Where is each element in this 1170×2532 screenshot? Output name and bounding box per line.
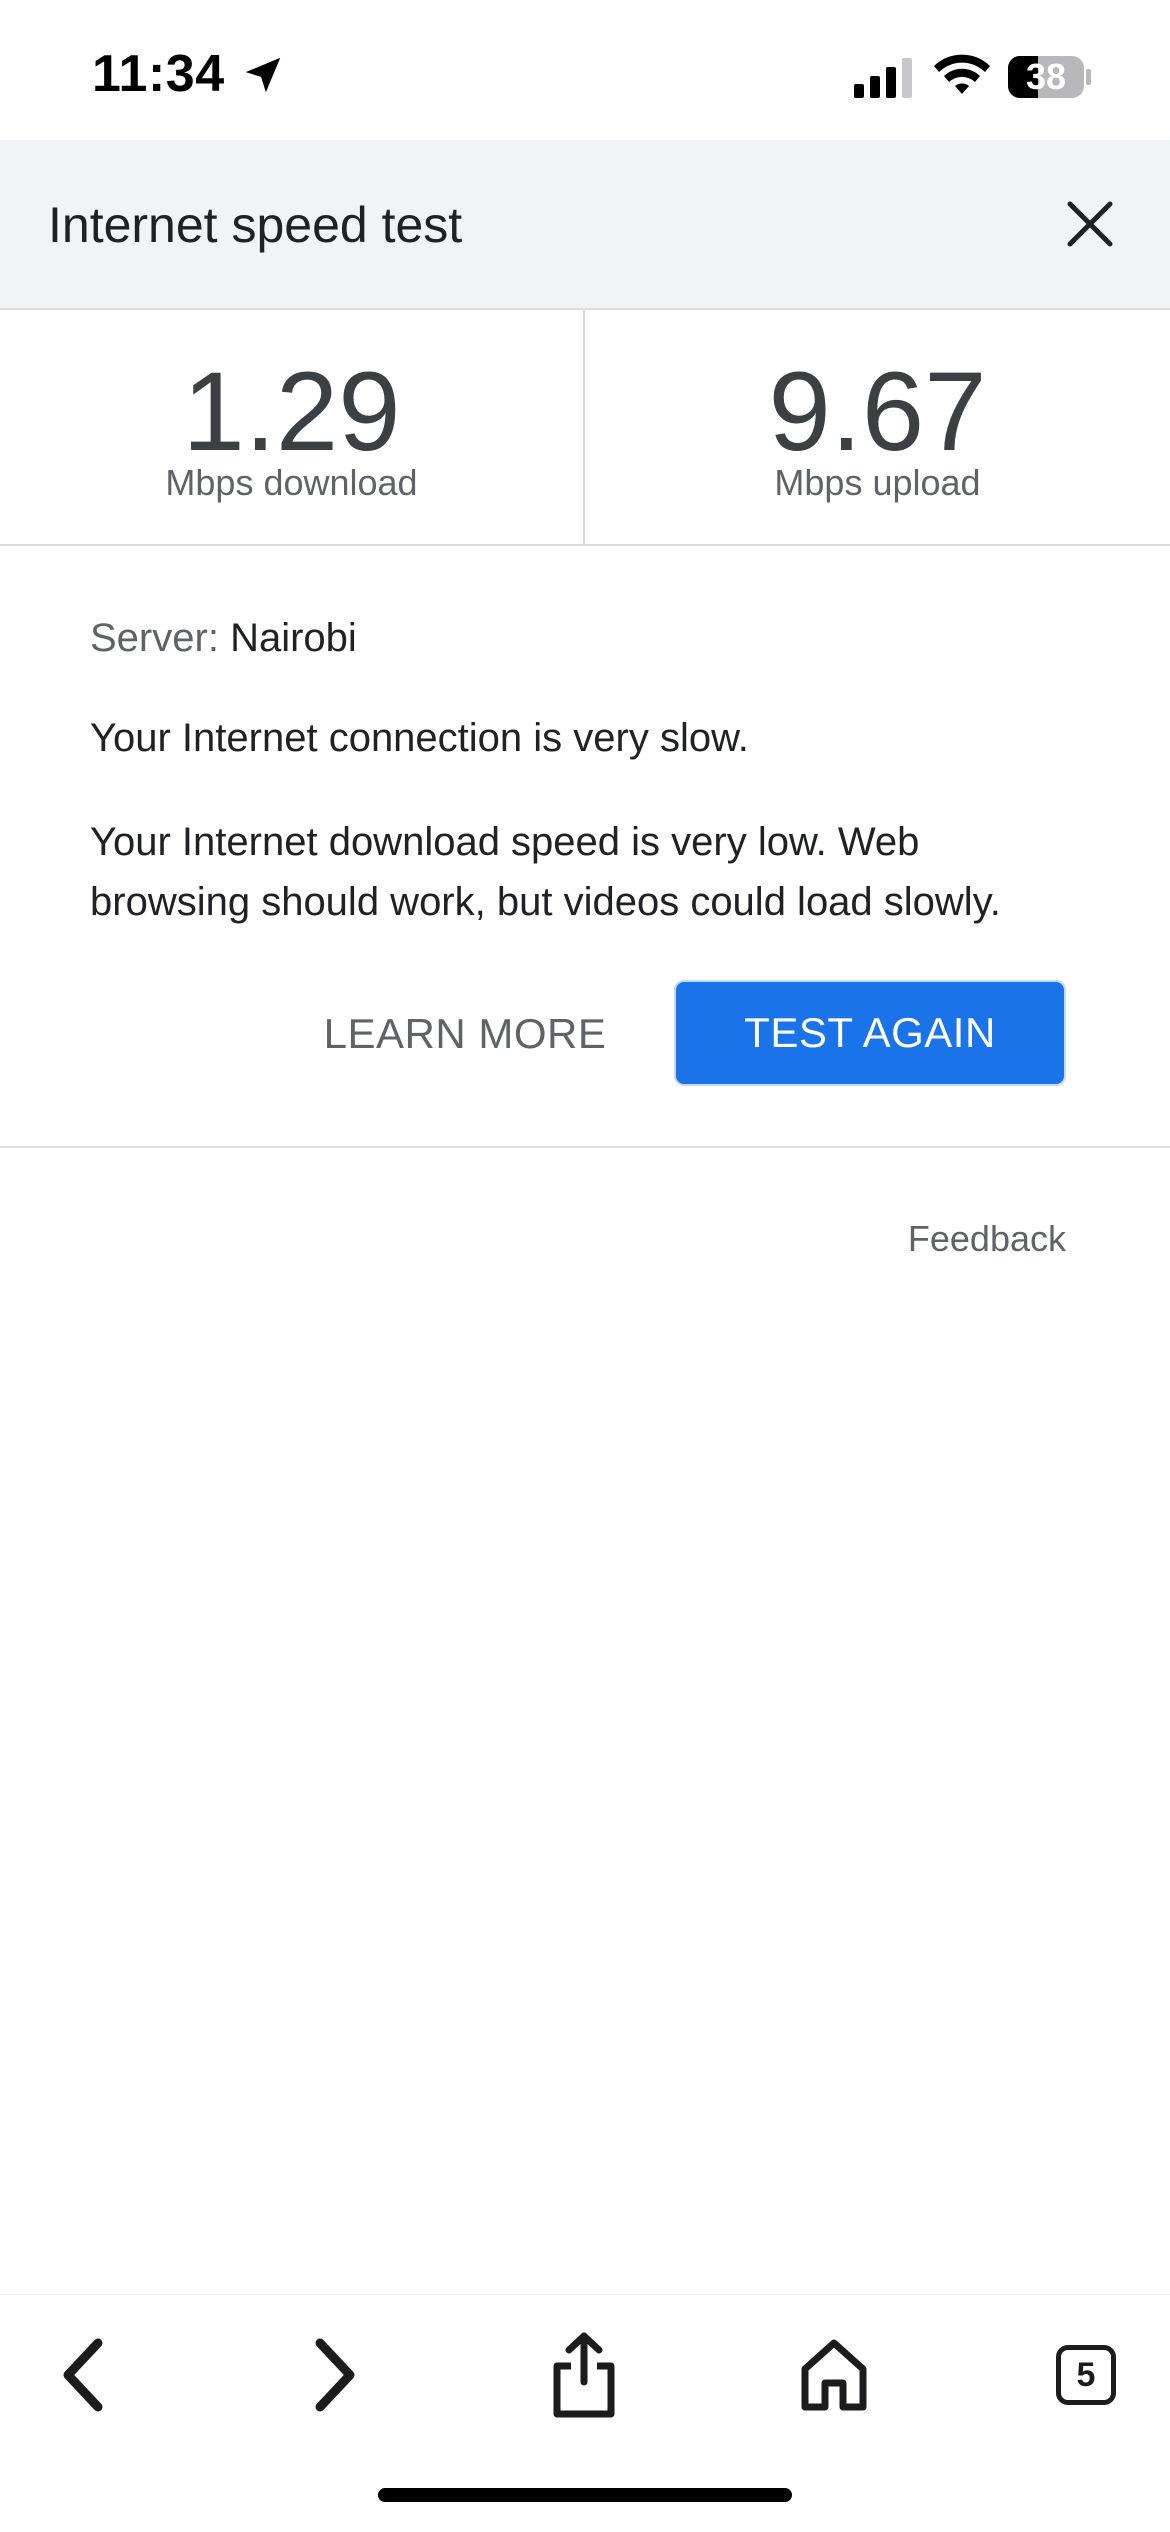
- forward-icon: [315, 2338, 355, 2412]
- status-bar: 11:34 38: [0, 0, 1170, 140]
- home-button[interactable]: [784, 2325, 884, 2425]
- download-result: 1.29 Mbps download: [0, 310, 585, 544]
- share-icon: [553, 2332, 615, 2418]
- upload-value: 9.67: [768, 349, 987, 474]
- server-prefix: Server:: [90, 616, 219, 660]
- tabs-count: 5: [1056, 2345, 1116, 2405]
- location-arrow-icon: [245, 57, 281, 93]
- home-indicator: [378, 2488, 792, 2502]
- share-button[interactable]: [534, 2325, 634, 2425]
- upload-label: Mbps upload: [774, 462, 981, 503]
- header: Internet speed test: [0, 140, 1170, 310]
- feedback-link[interactable]: Feedback: [908, 1218, 1066, 1260]
- back-button[interactable]: [34, 2325, 134, 2425]
- tabs-button[interactable]: 5: [1036, 2325, 1136, 2425]
- test-again-button[interactable]: TEST AGAIN: [674, 980, 1066, 1086]
- speed-results: 1.29 Mbps download 9.67 Mbps upload: [0, 310, 1170, 546]
- wifi-icon: [934, 54, 990, 94]
- page-title: Internet speed test: [48, 197, 463, 253]
- back-icon: [63, 2338, 103, 2412]
- download-label: Mbps download: [165, 462, 418, 503]
- status-time: 11:34: [92, 45, 225, 103]
- learn-more-button[interactable]: LEARN MORE: [300, 982, 630, 1086]
- tabs-icon: 5: [1056, 2345, 1116, 2405]
- download-value: 1.29: [182, 349, 401, 474]
- divider: [0, 1146, 1170, 1148]
- server-line: Server: Nairobi: [90, 612, 1090, 664]
- detail-message: Your Internet download speed is very low…: [90, 820, 1001, 924]
- status-message: Your Internet connection is very slow.: [90, 716, 749, 760]
- server-name: Nairobi: [230, 616, 357, 660]
- battery-icon: 38: [1008, 54, 1092, 100]
- signal-icon: [854, 58, 912, 98]
- close-icon[interactable]: [1058, 192, 1122, 256]
- result-info: Server: Nairobi Your Internet connection…: [90, 612, 1090, 932]
- home-icon: [801, 2339, 867, 2411]
- forward-button[interactable]: [284, 2325, 384, 2425]
- battery-level: 38: [1025, 56, 1067, 97]
- upload-result: 9.67 Mbps upload: [585, 310, 1170, 544]
- page: 11:34 38 Internet speed test 1.29 Mbps d…: [0, 0, 1170, 2532]
